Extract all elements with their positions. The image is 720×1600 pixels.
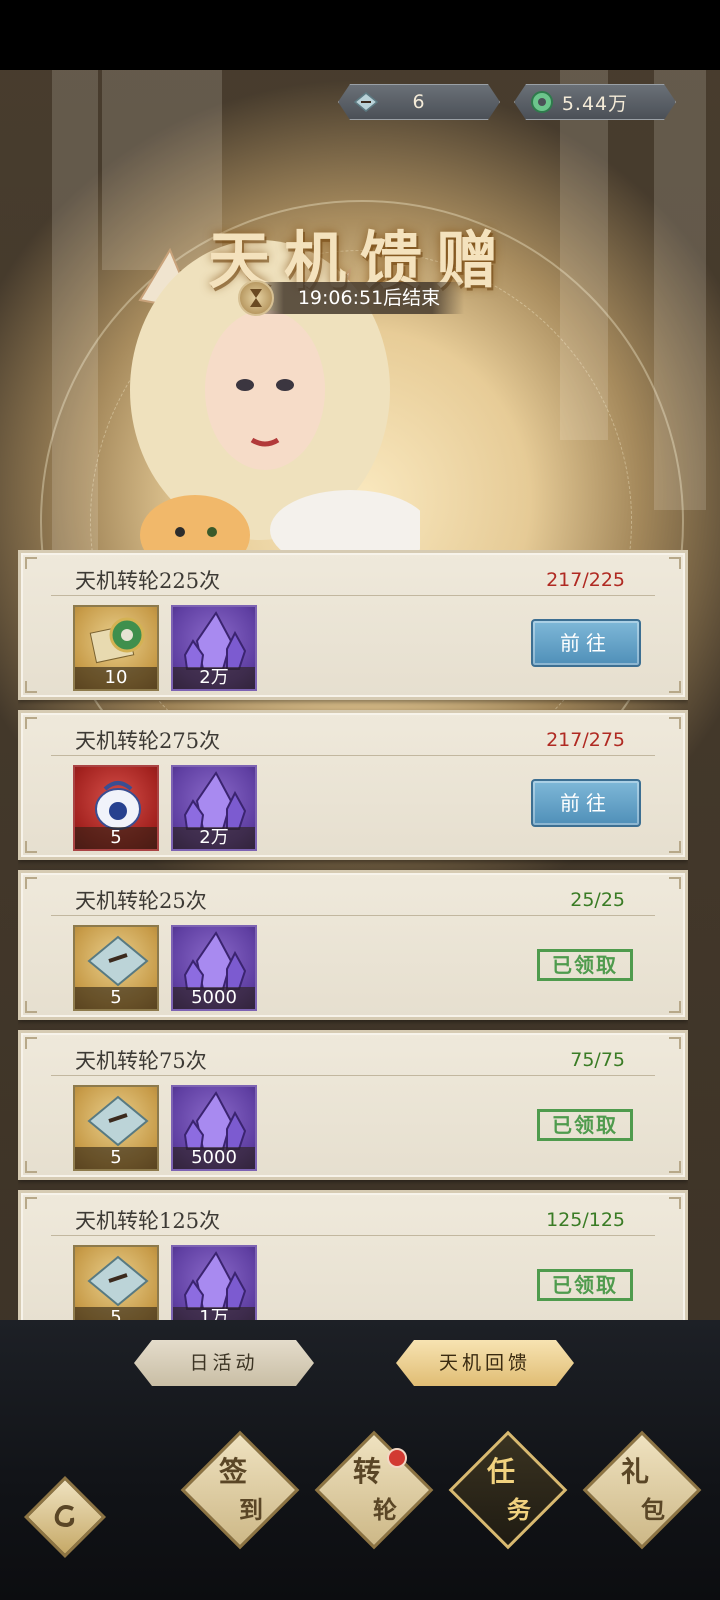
reward-item[interactable]: 5 bbox=[73, 1085, 159, 1171]
reward-count: 10 bbox=[75, 667, 157, 689]
status-bar bbox=[0, 0, 720, 70]
nav-gift-label: 礼 包 bbox=[620, 1455, 665, 1524]
crystal-icon bbox=[183, 1091, 247, 1150]
task-list[interactable]: 天机转轮225次 217/225 10 2万 前往 天机转轮275次 217/2… bbox=[18, 550, 688, 1320]
reward-count: 5000 bbox=[173, 987, 255, 1009]
crystal-icon bbox=[183, 931, 247, 990]
claimed-stamp: 已领取 bbox=[537, 1269, 633, 1301]
reward-count: 5 bbox=[75, 1307, 157, 1320]
crystal-icon bbox=[183, 1251, 247, 1310]
task-name: 天机转轮75次 bbox=[75, 1049, 207, 1073]
event-timer: 19:06:51后结束 bbox=[252, 282, 464, 314]
task-name: 天机转轮275次 bbox=[75, 729, 221, 753]
reward-item[interactable]: 5000 bbox=[171, 925, 257, 1011]
task-progress: 217/275 bbox=[546, 729, 625, 751]
task-card: 天机转轮225次 217/225 10 2万 前往 bbox=[18, 550, 688, 700]
task-name: 天机转轮25次 bbox=[75, 889, 207, 913]
lucky-bag-icon bbox=[95, 781, 141, 830]
task-name: 天机转轮125次 bbox=[75, 1209, 221, 1233]
scroll-item-icon bbox=[87, 935, 149, 987]
nav-wheel-label: 转 轮 bbox=[352, 1455, 397, 1524]
talisman-item-icon bbox=[89, 617, 145, 664]
reward-item[interactable]: 5000 bbox=[171, 1085, 257, 1171]
reward-item[interactable]: 5 bbox=[73, 925, 159, 1011]
reward-item[interactable]: 2万 bbox=[171, 765, 257, 851]
tab-tianji-feedback[interactable]: 天机回馈 bbox=[396, 1340, 574, 1386]
go-button[interactable]: 前往 bbox=[531, 779, 641, 827]
currency-jade[interactable]: 5.44万 bbox=[514, 84, 676, 120]
reward-count: 5 bbox=[75, 987, 157, 1009]
task-name: 天机转轮225次 bbox=[75, 569, 221, 593]
scroll-item-icon bbox=[87, 1255, 149, 1307]
scroll-icon bbox=[353, 89, 379, 115]
claimed-stamp: 已领取 bbox=[537, 1109, 633, 1141]
task-card: 天机转轮75次 75/75 5 5000 已领取 bbox=[18, 1030, 688, 1180]
task-progress: 75/75 bbox=[570, 1049, 625, 1071]
jade-icon bbox=[529, 89, 555, 115]
task-card: 天机转轮125次 125/125 5 1万 已领取 bbox=[18, 1190, 688, 1320]
task-card: 天机转轮25次 25/25 5 5000 已领取 bbox=[18, 870, 688, 1020]
notification-badge bbox=[387, 1448, 407, 1468]
reward-count: 2万 bbox=[173, 827, 255, 849]
nav-task-label: 任 务 bbox=[486, 1455, 531, 1524]
crystal-icon bbox=[183, 771, 247, 830]
reward-count: 2万 bbox=[173, 667, 255, 689]
claimed-stamp: 已领取 bbox=[537, 949, 633, 981]
task-progress: 125/125 bbox=[546, 1209, 625, 1231]
reward-item[interactable]: 10 bbox=[73, 605, 159, 691]
reward-count: 1万 bbox=[173, 1307, 255, 1320]
swirl-icon bbox=[54, 1505, 75, 1528]
tab-daily-activity[interactable]: 日活动 bbox=[134, 1340, 314, 1386]
reward-item[interactable]: 1万 bbox=[171, 1245, 257, 1320]
currency-scroll[interactable]: 6 bbox=[338, 84, 500, 120]
task-card: 天机转轮275次 217/275 5 2万 前往 bbox=[18, 710, 688, 860]
task-progress: 217/225 bbox=[546, 569, 625, 591]
nav-sign-in-label: 签 到 bbox=[218, 1455, 263, 1524]
scroll-item-icon bbox=[87, 1095, 149, 1147]
reward-count: 5 bbox=[75, 827, 157, 849]
reward-item[interactable]: 2万 bbox=[171, 605, 257, 691]
reward-count: 5000 bbox=[173, 1147, 255, 1169]
reward-item[interactable]: 5 bbox=[73, 765, 159, 851]
reward-count: 5 bbox=[75, 1147, 157, 1169]
reward-item[interactable]: 5 bbox=[73, 1245, 159, 1320]
hourglass-icon bbox=[238, 280, 274, 316]
task-progress: 25/25 bbox=[570, 889, 625, 911]
go-button[interactable]: 前往 bbox=[531, 619, 641, 667]
crystal-icon bbox=[183, 611, 247, 670]
